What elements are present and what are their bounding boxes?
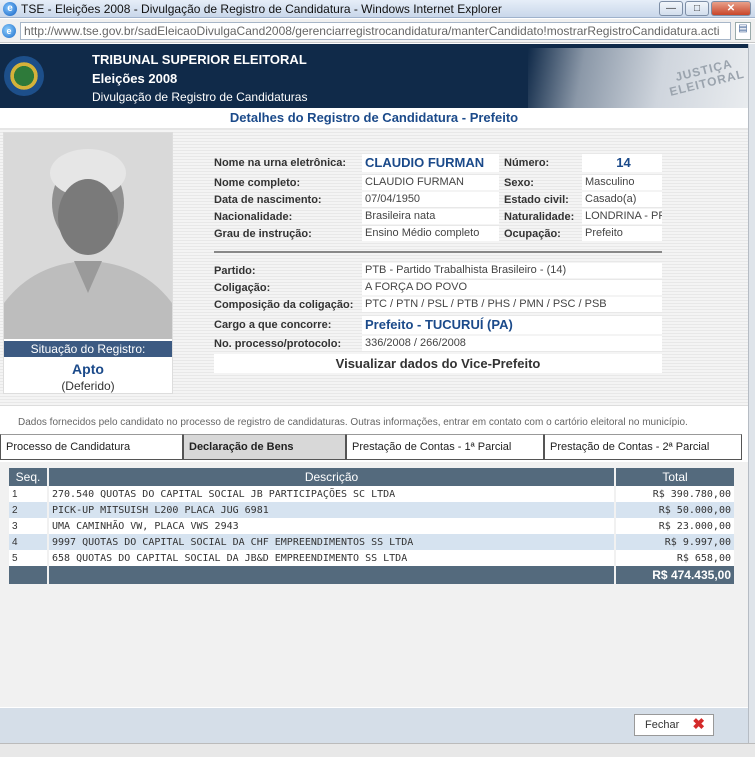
coalition-composition-label: Composição da coligação: [214,299,354,311]
occupation-label: Ocupação: [504,228,561,240]
assets-table-area: Seq. Descrição Total 1 270.540 QUOTAS DO… [0,462,748,707]
process-number-value: 336/2008 / 266/2008 [362,336,662,351]
birthplace-value: LONDRINA - PR [582,209,662,224]
tab-bar: Processo de Candidatura Declaração de Be… [0,434,748,460]
url-field[interactable]: http://www.tse.gov.br/sadEleicaoDivulgaC… [20,21,731,40]
cell-total: R$ 390.780,00 [616,486,734,502]
header-subtitle: Divulgação de Registro de Candidaturas [92,90,308,104]
table-row: 2 PICK-UP MITSUISH L200 PLACA JUG 6981 R… [9,502,734,518]
sex-label: Sexo: [504,177,534,189]
cell-description: UMA CAMINHÃO VW, PLACA VWS 2943 [49,518,614,534]
cell-total: R$ 9.997,00 [616,534,734,550]
marital-status-value: Casado(a) [582,192,662,207]
numero-label: Número: [504,157,550,169]
cell-seq: 2 [9,502,47,518]
sum-blank-desc [49,566,614,584]
tab-processo-candidatura[interactable]: Processo de Candidatura [0,434,183,460]
party-label: Partido: [214,265,256,277]
cell-total: R$ 23.000,00 [616,518,734,534]
sex-value: Masculino [582,175,662,190]
cell-seq: 4 [9,534,47,550]
party-value: PTB - Partido Trabalhista Brasileiro - (… [362,263,662,278]
window-titlebar: e TSE - Eleições 2008 - Divulgação de Re… [0,0,755,18]
col-header-seq: Seq. [9,468,47,486]
tab-prestacao-contas-2[interactable]: Prestação de Contas - 2ª Parcial [544,434,742,460]
urna-name-label: Nome na urna eletrônica: [214,157,347,169]
office-value: Prefeito - TUCURUÍ (PA) [362,316,662,334]
cell-description: 270.540 QUOTAS DO CAPITAL SOCIAL JB PART… [49,486,614,502]
browser-status-bar [0,743,755,757]
close-button[interactable]: Fechar ✖ [634,714,714,736]
process-number-label: No. processo/protocolo: [214,338,342,350]
coalition-value: A FORÇA DO POVO [362,280,662,295]
window-right-edge [748,44,755,757]
cell-seq: 1 [9,486,47,502]
full-name-label: Nome completo: [214,177,301,189]
birth-date-value: 07/04/1950 [362,192,499,207]
cell-total: R$ 658,00 [616,550,734,566]
header-banner: TRIBUNAL SUPERIOR ELEITORAL Eleições 200… [0,44,748,108]
nationality-label: Nacionalidade: [214,211,293,223]
ie-logo-icon: e [3,1,17,16]
coalition-composition-value: PTC / PTN / PSL / PTB / PHS / PMN / PSC … [362,297,662,312]
registration-status-label: Situação do Registro: [4,341,172,357]
candidate-details: Situação do Registro: Apto (Deferido) No… [0,130,748,405]
coat-of-arms-icon [4,56,44,96]
sum-blank-seq [9,566,47,584]
registration-status-value: Apto [72,361,104,377]
marital-status-label: Estado civil: [504,194,569,206]
close-window-button[interactable]: ✕ [711,1,751,16]
occupation-value: Prefeito [582,226,662,241]
header-election: Eleições 2008 [92,71,178,86]
candidate-photo [4,133,172,339]
col-header-total: Total [616,468,734,486]
header-court-name: TRIBUNAL SUPERIOR ELEITORAL [92,52,307,67]
table-total-row: R$ 474.435,00 [9,566,734,584]
close-x-icon: ✖ [692,716,705,733]
cell-seq: 3 [9,518,47,534]
tab-prestacao-contas-1[interactable]: Prestação de Contas - 1ª Parcial [346,434,544,460]
address-bar: e http://www.tse.gov.br/sadEleicaoDivulg… [0,19,755,43]
office-label: Cargo a que concorre: [214,319,332,331]
tab-declaracao-bens[interactable]: Declaração de Bens [183,434,346,460]
registration-status-detail: (Deferido) [61,379,115,393]
maximize-button[interactable]: □ [685,1,709,16]
urna-name-value: CLAUDIO FURMAN [362,154,499,172]
col-header-description: Descrição [49,468,614,486]
page-document-icon[interactable]: ▤ [735,21,751,40]
education-value: Ensino Médio completo [362,226,499,241]
table-row: 3 UMA CAMINHÃO VW, PLACA VWS 2943 R$ 23.… [9,518,734,534]
birthplace-label: Naturalidade: [504,211,575,223]
cell-description: 9997 QUOTAS DO CAPITAL SOCIAL DA CHF EMP… [49,534,614,550]
numero-value: 14 [582,154,662,172]
cell-description: 658 QUOTAS DO CAPITAL SOCIAL DA JB&D EMP… [49,550,614,566]
window-controls: — □ ✕ [659,1,751,16]
full-name-value: CLAUDIO FURMAN [362,175,499,190]
minimize-button[interactable]: — [659,1,683,16]
footer-bar: Fechar ✖ [0,708,748,743]
justice-stamp-logo: JUSTIÇA ELEITORAL [528,48,748,108]
close-button-label: Fechar [645,719,680,731]
candidate-photo-box: Situação do Registro: Apto (Deferido) [3,132,173,394]
coalition-label: Coligação: [214,282,271,294]
view-vice-mayor-link[interactable]: Visualizar dados do Vice-Prefeito [214,354,662,373]
table-row: 1 270.540 QUOTAS DO CAPITAL SOCIAL JB PA… [9,486,734,502]
info-note: Dados fornecidos pelo candidato no proce… [0,405,748,433]
birth-date-label: Data de nascimento: [214,194,322,206]
page-favicon-icon: e [2,23,16,38]
cell-description: PICK-UP MITSUISH L200 PLACA JUG 6981 [49,502,614,518]
page-title: Detalhes do Registro de Candidatura - Pr… [0,108,748,130]
stamp-text: JUSTIÇA ELEITORAL [668,56,746,99]
assets-table: Seq. Descrição Total 1 270.540 QUOTAS DO… [7,468,736,584]
cell-total: R$ 50.000,00 [616,502,734,518]
nationality-value: Brasileira nata [362,209,499,224]
table-row: 5 658 QUOTAS DO CAPITAL SOCIAL DA JB&D E… [9,550,734,566]
education-label: Grau de instrução: [214,228,312,240]
section-divider [214,251,662,253]
window-title: TSE - Eleições 2008 - Divulgação de Regi… [21,1,502,16]
sum-total-value: R$ 474.435,00 [616,566,734,584]
table-row: 4 9997 QUOTAS DO CAPITAL SOCIAL DA CHF E… [9,534,734,550]
cell-seq: 5 [9,550,47,566]
